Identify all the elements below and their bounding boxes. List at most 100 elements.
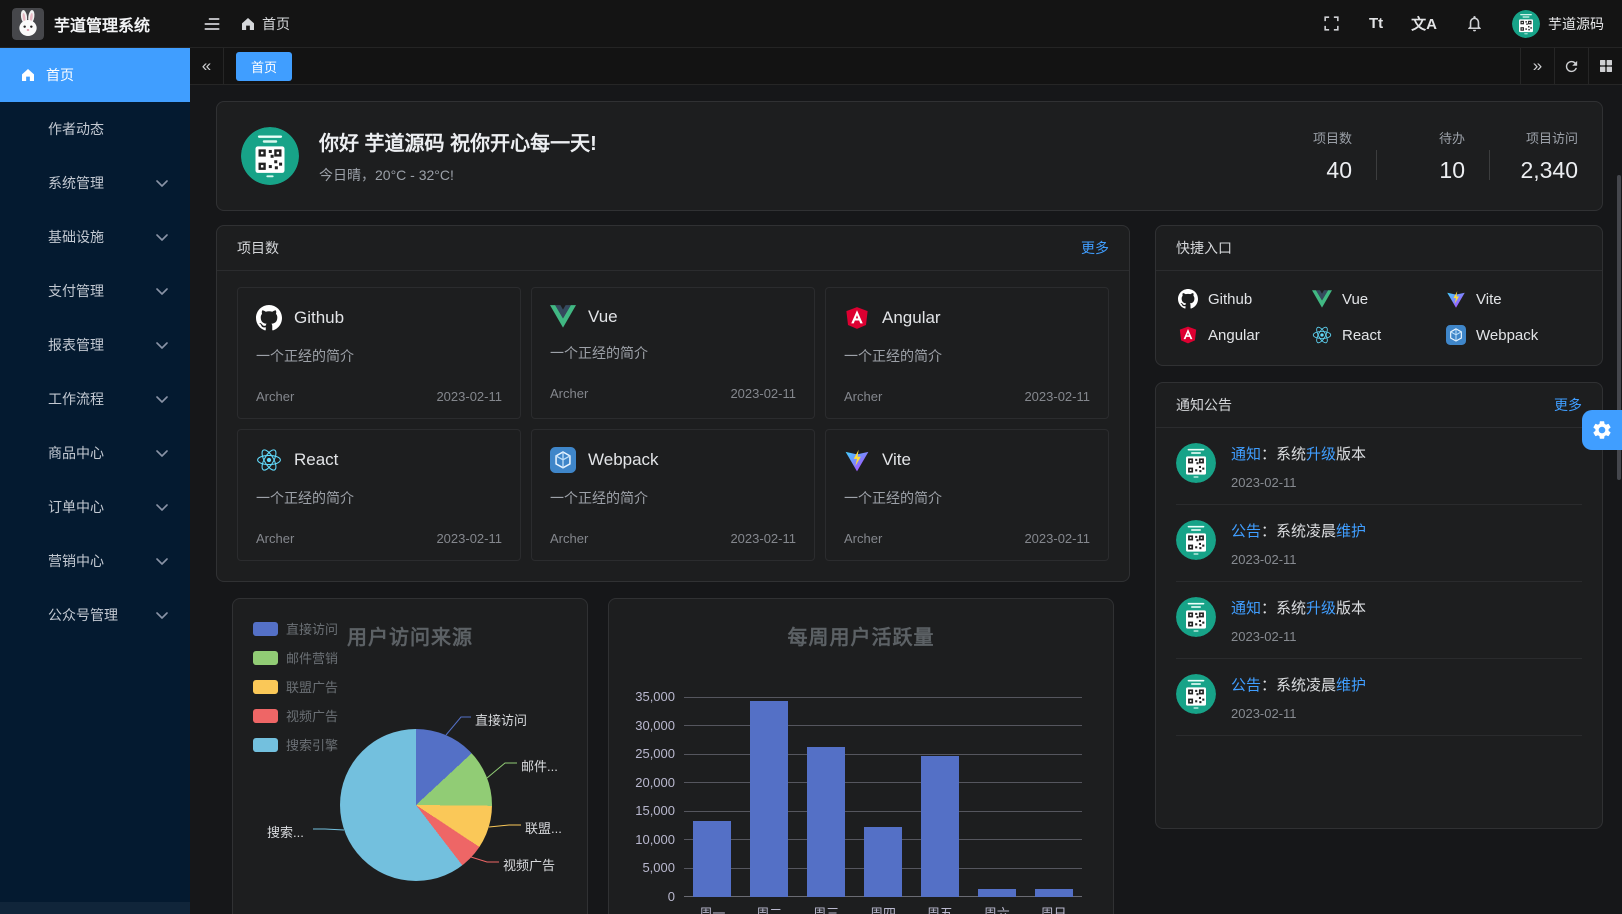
project-tile-react[interactable]: React 一个正经的简介 Archer 2023-02-11 bbox=[237, 429, 521, 561]
notice-type-link[interactable]: 公告 bbox=[1231, 677, 1261, 694]
project-tile-webpack[interactable]: Webpack 一个正经的简介 Archer 2023-02-11 bbox=[531, 429, 815, 561]
chevron-down-icon bbox=[156, 504, 168, 511]
shortcut-react[interactable]: React bbox=[1312, 325, 1446, 345]
shortcuts-title: 快捷入口 bbox=[1176, 238, 1232, 258]
font-size-icon[interactable]: Tt bbox=[1369, 15, 1383, 32]
menu-fold-icon[interactable] bbox=[202, 14, 222, 34]
legend-item[interactable]: 直接访问 bbox=[253, 619, 338, 638]
notices-card-header: 通知公告 更多 bbox=[1156, 383, 1602, 428]
shortcut-angular[interactable]: Angular bbox=[1178, 325, 1312, 345]
project-tile-vue[interactable]: Vue 一个正经的简介 Archer 2023-02-11 bbox=[531, 287, 815, 419]
left-column: 项目数 更多 Github 一个正经的简介 Archer 2023-02-11 bbox=[216, 225, 1130, 914]
legend-label: 搜索引擎 bbox=[286, 735, 338, 754]
project-name: React bbox=[294, 450, 338, 470]
welcome-text: 你好 芋道源码 祝你开心每一天! 今日晴，20°C - 32°C! bbox=[319, 127, 597, 185]
sidebar-item-marketing[interactable]: 营销中心 bbox=[0, 534, 190, 588]
project-tile-github[interactable]: Github 一个正经的简介 Archer 2023-02-11 bbox=[237, 287, 521, 419]
page-content: 你好 芋道源码 祝你开心每一天! 今日晴，20°C - 32°C! 项目数 40… bbox=[190, 85, 1622, 914]
sidebar-item-label: 营销中心 bbox=[48, 551, 104, 571]
sidebar-item-pay[interactable]: 支付管理 bbox=[0, 264, 190, 318]
legend-item[interactable]: 搜索引擎 bbox=[253, 735, 338, 754]
legend-item[interactable]: 联盟广告 bbox=[253, 677, 338, 696]
pie-label: 直接访问 bbox=[475, 710, 527, 729]
chevron-down-icon bbox=[156, 288, 168, 295]
notice-item[interactable]: 通知：系统升级版本 2023-02-11 bbox=[1176, 582, 1582, 659]
legend-item[interactable]: 视频广告 bbox=[253, 706, 338, 725]
language-icon[interactable]: 文A bbox=[1411, 13, 1437, 34]
stat-label: 待办 bbox=[1401, 128, 1465, 147]
angular-icon bbox=[1178, 325, 1198, 345]
chevron-down-icon bbox=[156, 450, 168, 457]
profile-avatar bbox=[241, 127, 299, 185]
notification-bell-icon[interactable] bbox=[1465, 14, 1484, 33]
sidebar-item-product[interactable]: 商品中心 bbox=[0, 426, 190, 480]
stat-label: 项目访问 bbox=[1514, 128, 1578, 147]
sidebar-item-system[interactable]: 系统管理 bbox=[0, 156, 190, 210]
notice-type-link[interactable]: 通知 bbox=[1231, 600, 1261, 617]
notice-keyword-link[interactable]: 维护 bbox=[1336, 677, 1366, 694]
pie-disc[interactable] bbox=[340, 729, 492, 881]
welcome-greeting: 你好 芋道源码 祝你开心每一天! bbox=[319, 127, 597, 156]
breadcrumb[interactable]: 首页 bbox=[240, 14, 290, 34]
tab-home[interactable]: 首页 bbox=[236, 52, 292, 81]
welcome-stats: 项目数 40 待办 10 项目访问 2,340 bbox=[1288, 128, 1578, 184]
notice-keyword-link[interactable]: 升级 bbox=[1306, 600, 1336, 617]
sidebar-item-wechat-mp[interactable]: 公众号管理 bbox=[0, 588, 190, 642]
chevron-down-icon bbox=[156, 558, 168, 565]
main-column: « 首页 » 你好 芋道源码 祝你开心每一天! 今日晴，20°C - 32°C! bbox=[190, 48, 1622, 914]
project-desc: 一个正经的简介 bbox=[844, 488, 1090, 508]
shortcut-vue[interactable]: Vue bbox=[1312, 289, 1446, 309]
home-icon bbox=[240, 16, 256, 32]
shortcut-label: Vue bbox=[1342, 291, 1368, 308]
pie-label: 联盟... bbox=[525, 818, 562, 837]
sidebar-item-author-news[interactable]: 作者动态 bbox=[0, 102, 190, 156]
notice-item[interactable]: 通知：系统升级版本 2023-02-11 bbox=[1176, 428, 1582, 505]
tabs-scroll-left-icon[interactable]: « bbox=[190, 48, 224, 84]
user-menu[interactable]: 芋道源码 bbox=[1512, 10, 1604, 38]
bar bbox=[807, 747, 845, 897]
project-author: Archer bbox=[550, 386, 588, 401]
sidebar-item-infra[interactable]: 基础设施 bbox=[0, 210, 190, 264]
project-tile-vite[interactable]: Vite 一个正经的简介 Archer 2023-02-11 bbox=[825, 429, 1109, 561]
notice-keyword-link[interactable]: 升级 bbox=[1306, 446, 1336, 463]
notices-more-link[interactable]: 更多 bbox=[1554, 395, 1582, 415]
notice-item[interactable]: 公告：系统凌晨维护 2023-02-11 bbox=[1176, 505, 1582, 582]
notice-type-link[interactable]: 通知 bbox=[1231, 446, 1261, 463]
notice-date: 2023-02-11 bbox=[1231, 706, 1366, 721]
bar-series bbox=[684, 697, 1082, 897]
notice-type-link[interactable]: 公告 bbox=[1231, 523, 1261, 540]
x-axis-tick: 周五 bbox=[911, 903, 968, 914]
settings-gear-button[interactable] bbox=[1582, 410, 1622, 450]
legend-label: 邮件营销 bbox=[286, 648, 338, 667]
legend-item[interactable]: 邮件营销 bbox=[253, 648, 338, 667]
shortcut-label: Github bbox=[1208, 291, 1252, 308]
tabs-scroll-right-icon[interactable]: » bbox=[1520, 48, 1554, 84]
chevron-down-icon bbox=[156, 234, 168, 241]
sidebar-item-label: 基础设施 bbox=[48, 227, 104, 247]
sidebar-item-workflow[interactable]: 工作流程 bbox=[0, 372, 190, 426]
sidebar-item-report[interactable]: 报表管理 bbox=[0, 318, 190, 372]
chevron-down-icon bbox=[156, 180, 168, 187]
pie-label: 视频广告 bbox=[503, 855, 555, 874]
webpack-icon bbox=[1446, 325, 1466, 345]
legend-label: 视频广告 bbox=[286, 706, 338, 725]
project-desc: 一个正经的简介 bbox=[256, 346, 502, 366]
fullscreen-icon[interactable] bbox=[1322, 14, 1341, 33]
bar bbox=[693, 821, 731, 897]
projects-more-link[interactable]: 更多 bbox=[1081, 238, 1109, 258]
sidebar-collapse-strip[interactable] bbox=[0, 902, 190, 914]
projects-card-header: 项目数 更多 bbox=[217, 226, 1129, 271]
refresh-icon[interactable] bbox=[1554, 48, 1588, 84]
sidebar-item-order[interactable]: 订单中心 bbox=[0, 480, 190, 534]
notice-keyword-link[interactable]: 维护 bbox=[1336, 523, 1366, 540]
shortcut-webpack[interactable]: Webpack bbox=[1446, 325, 1580, 345]
bar-slot bbox=[798, 697, 855, 897]
sidebar-item-home[interactable]: 首页 bbox=[0, 48, 190, 102]
shortcut-github[interactable]: Github bbox=[1178, 289, 1312, 309]
stat-todo: 待办 10 bbox=[1401, 128, 1465, 184]
project-tile-angular[interactable]: Angular 一个正经的简介 Archer 2023-02-11 bbox=[825, 287, 1109, 419]
notice-item[interactable]: 公告：系统凌晨维护 2023-02-11 bbox=[1176, 659, 1582, 736]
shortcut-vite[interactable]: Vite bbox=[1446, 289, 1580, 309]
layout-grid-icon[interactable] bbox=[1588, 48, 1622, 84]
shortcuts-grid: Github Vue Vite Angular bbox=[1156, 271, 1602, 365]
